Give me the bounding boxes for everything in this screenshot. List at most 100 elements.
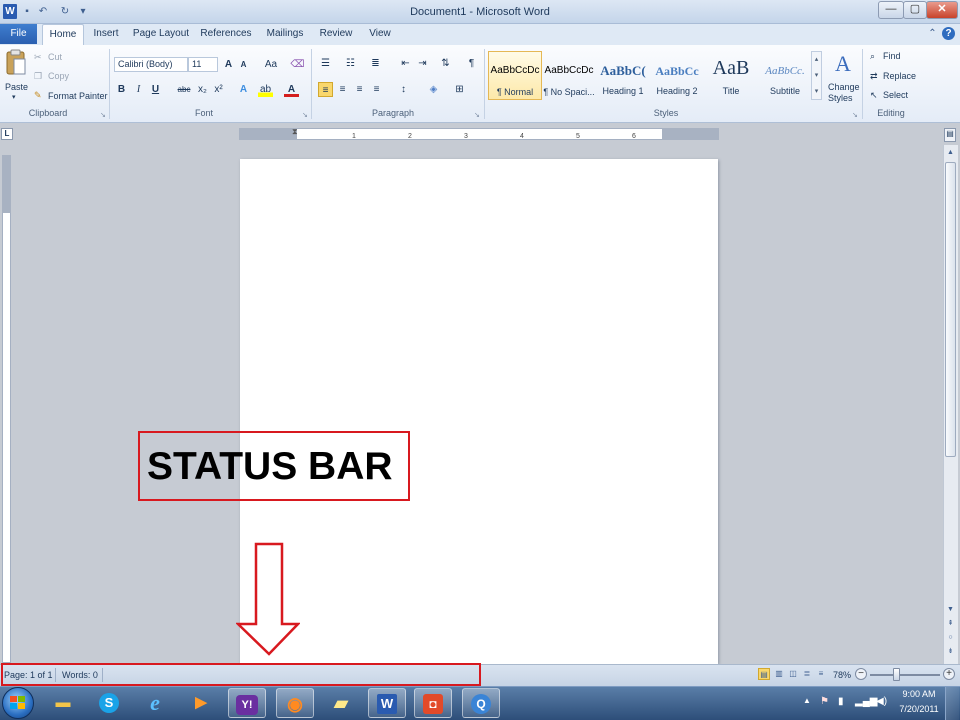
replace-icon[interactable]: ⇄ bbox=[870, 71, 878, 82]
bold-button[interactable]: B bbox=[114, 82, 129, 97]
change-styles-icon[interactable]: A bbox=[832, 51, 854, 77]
paste-button[interactable]: Paste bbox=[5, 82, 28, 92]
tab-references[interactable]: References bbox=[198, 24, 254, 45]
document-page[interactable] bbox=[240, 159, 718, 664]
copy-icon[interactable]: ❐ bbox=[34, 71, 42, 82]
text-effects-button[interactable]: A bbox=[236, 82, 251, 97]
help-icon[interactable]: ? bbox=[942, 27, 955, 40]
superscript-button[interactable]: x² bbox=[211, 82, 226, 97]
font-dialog-launcher-icon[interactable]: ↘ bbox=[302, 111, 308, 119]
internet-explorer-taskbar-icon[interactable]: e bbox=[136, 688, 174, 718]
clock-time[interactable]: 9:00 AM bbox=[897, 689, 941, 699]
draft-view-icon[interactable]: ≡ bbox=[815, 668, 827, 680]
numbering-icon[interactable]: ☷ bbox=[343, 56, 358, 71]
cut-button[interactable]: Cut bbox=[48, 52, 62, 62]
line-spacing-icon[interactable]: ↕ bbox=[396, 82, 411, 97]
subscript-button[interactable]: x₂ bbox=[195, 82, 210, 97]
outline-view-icon[interactable]: ≣ bbox=[801, 668, 813, 680]
minimize-button[interactable]: — bbox=[878, 1, 904, 19]
align-left-icon[interactable]: ≡ bbox=[318, 82, 333, 97]
tab-file[interactable]: File bbox=[0, 24, 37, 44]
zoom-slider[interactable] bbox=[870, 674, 940, 676]
print-layout-view-icon[interactable]: ▤ bbox=[758, 668, 770, 680]
web-layout-icon[interactable]: ◫ bbox=[787, 668, 799, 680]
underline-button[interactable]: U bbox=[148, 82, 163, 97]
borders-icon[interactable]: ⊞ bbox=[452, 82, 467, 97]
shrink-font-button[interactable]: A bbox=[236, 57, 251, 72]
yahoo-messenger-taskbar-icon[interactable]: Y! bbox=[228, 688, 266, 718]
style-normal[interactable]: AaBbCcDc ¶ Normal bbox=[488, 51, 542, 100]
tab-mailings[interactable]: Mailings bbox=[262, 24, 308, 45]
font-color-button[interactable]: A bbox=[284, 82, 299, 97]
paste-icon[interactable] bbox=[5, 49, 27, 77]
clear-formatting-icon[interactable]: ⌫ bbox=[290, 57, 305, 72]
style-subtitle[interactable]: AaBbCc. Subtitle bbox=[758, 51, 812, 100]
battery-icon[interactable]: ▮ bbox=[838, 696, 844, 707]
minimize-ribbon-icon[interactable]: ⌃ bbox=[926, 27, 939, 40]
increase-indent-icon[interactable]: ⇥ bbox=[415, 56, 430, 71]
change-case-button[interactable]: Aa bbox=[260, 57, 282, 72]
find-button[interactable]: Find bbox=[883, 51, 901, 61]
italic-button[interactable]: I bbox=[131, 82, 146, 97]
close-button[interactable]: ✕ bbox=[926, 1, 958, 19]
zoom-slider-thumb[interactable] bbox=[893, 668, 900, 681]
select-icon[interactable]: ↖ bbox=[870, 90, 878, 101]
paragraph-dialog-launcher-icon[interactable]: ↘ bbox=[474, 111, 480, 119]
sticky-notes-taskbar-icon[interactable]: ▰ bbox=[322, 688, 360, 718]
word-taskbar-icon[interactable]: W bbox=[368, 688, 406, 718]
format-painter-button[interactable]: Format Painter bbox=[48, 91, 108, 101]
vertical-ruler[interactable] bbox=[2, 155, 11, 663]
paste-dropdown-icon[interactable]: ▾ bbox=[12, 93, 16, 101]
network-icon[interactable]: ▂▄▆ bbox=[855, 696, 877, 707]
clock-date[interactable]: 7/20/2011 bbox=[897, 704, 941, 714]
previous-page-icon[interactable]: ⇞ bbox=[944, 618, 957, 630]
show-hidden-icons-icon[interactable]: ▲ bbox=[803, 696, 811, 705]
bullets-icon[interactable]: ☰ bbox=[318, 56, 333, 71]
show-desktop-button[interactable] bbox=[945, 687, 959, 720]
style-no-spacing[interactable]: AaBbCcDc ¶ No Spaci... bbox=[542, 51, 596, 100]
style-title[interactable]: AaB Title bbox=[704, 51, 758, 100]
scroll-down-icon[interactable]: ▼ bbox=[944, 604, 957, 616]
cut-icon[interactable]: ✂ bbox=[34, 52, 42, 63]
sort-icon[interactable]: ⇅ bbox=[438, 56, 453, 71]
indent-marker-icon[interactable]: ⧗ bbox=[292, 127, 298, 137]
highlight-color-button[interactable]: ab bbox=[258, 82, 273, 97]
align-center-icon[interactable]: ≡ bbox=[335, 82, 350, 97]
select-browse-object-icon[interactable]: ○ bbox=[944, 632, 957, 644]
copy-button[interactable]: Copy bbox=[48, 71, 69, 81]
styles-dialog-launcher-icon[interactable]: ↘ bbox=[852, 111, 858, 119]
media-player-taskbar-icon[interactable]: ▶ bbox=[182, 688, 220, 718]
style-heading-2[interactable]: AaBbCc Heading 2 bbox=[650, 51, 704, 100]
tab-view[interactable]: View bbox=[364, 24, 396, 45]
change-styles-label-2[interactable]: Styles bbox=[828, 93, 853, 103]
tab-insert[interactable]: Insert bbox=[88, 24, 124, 45]
tab-page-layout[interactable]: Page Layout bbox=[130, 24, 192, 45]
acrobat-taskbar-icon[interactable]: ◘ bbox=[414, 688, 452, 718]
find-icon[interactable]: ⌕ bbox=[870, 51, 875, 62]
tab-stop-selector[interactable]: L bbox=[1, 128, 13, 140]
tab-home[interactable]: Home bbox=[42, 24, 84, 45]
zoom-out-button[interactable]: − bbox=[855, 668, 867, 680]
decrease-indent-icon[interactable]: ⇤ bbox=[398, 56, 413, 71]
scrollbar-thumb[interactable] bbox=[945, 162, 956, 457]
volume-icon[interactable]: ◀) bbox=[876, 696, 887, 707]
align-right-icon[interactable]: ≡ bbox=[352, 82, 367, 97]
style-heading-1[interactable]: AaBbC( Heading 1 bbox=[596, 51, 650, 100]
styles-gallery-scroll[interactable]: ▴ ▾ ▾ bbox=[811, 51, 822, 100]
replace-button[interactable]: Replace bbox=[883, 71, 916, 81]
justify-icon[interactable]: ≡ bbox=[369, 82, 384, 97]
horizontal-ruler[interactable]: 1 2 3 4 5 6 7 bbox=[239, 128, 719, 140]
tab-review[interactable]: Review bbox=[316, 24, 356, 45]
format-painter-icon[interactable]: ✎ bbox=[34, 90, 42, 101]
skype-taskbar-icon[interactable]: S bbox=[90, 688, 128, 718]
zoom-in-button[interactable]: + bbox=[943, 668, 955, 680]
change-styles-label[interactable]: Change bbox=[828, 82, 860, 92]
scroll-up-icon[interactable]: ▲ bbox=[944, 147, 957, 159]
shading-icon[interactable]: ◈ bbox=[426, 82, 441, 97]
font-name-combo[interactable]: Calibri (Body) bbox=[114, 57, 188, 72]
select-button[interactable]: Select bbox=[883, 90, 908, 100]
next-page-icon[interactable]: ⇟ bbox=[944, 646, 957, 658]
maximize-button[interactable]: ▢ bbox=[903, 1, 927, 19]
quicktime-taskbar-icon[interactable]: Q bbox=[462, 688, 500, 718]
explorer-taskbar-icon[interactable]: ▬ bbox=[44, 688, 82, 718]
